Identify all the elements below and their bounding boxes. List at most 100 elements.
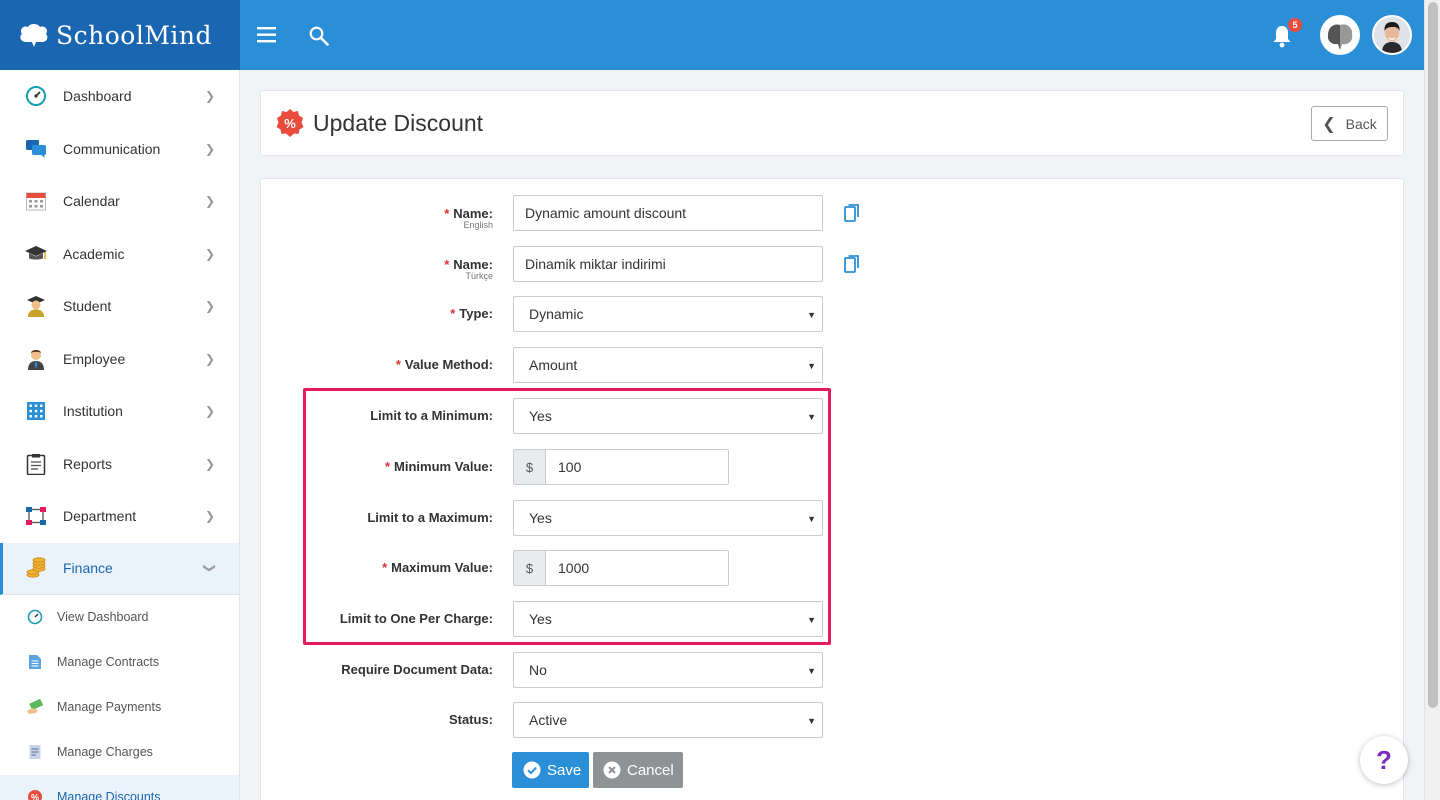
- back-button-label: Back: [1345, 115, 1377, 132]
- brand-logo[interactable]: SchoolMind: [0, 0, 240, 70]
- sidebar-item-finance[interactable]: Finance ❯: [0, 542, 239, 595]
- minimum-value-input[interactable]: 100: [545, 449, 729, 485]
- minimum-value-group: $ 100: [513, 449, 729, 485]
- notification-bell-icon[interactable]: 5: [1270, 18, 1302, 53]
- field-label: * Name:: [444, 257, 493, 272]
- form-row-limit-maximum: Limit to a Maximum: Yes ▼: [261, 500, 1405, 536]
- caret-down-icon: ▼: [807, 310, 816, 320]
- cancel-button[interactable]: Cancel: [593, 752, 683, 788]
- copy-icon[interactable]: [844, 204, 860, 227]
- chat-bubbles-icon: [24, 137, 48, 161]
- invoice-icon: [26, 743, 44, 761]
- brain-logo-icon: [20, 24, 48, 47]
- sidebar-subitem-manage-payments[interactable]: Manage Payments: [0, 685, 239, 730]
- field-label: * Minimum Value:: [384, 459, 493, 474]
- coins-icon: [24, 556, 48, 580]
- sidebar-item-employee[interactable]: Employee ❯: [0, 333, 239, 386]
- field-label: Limit to a Minimum:: [370, 408, 493, 423]
- sidebar-item-label: Finance: [63, 560, 113, 576]
- value-method-select[interactable]: Amount ▼: [513, 347, 823, 383]
- sidebar-item-department[interactable]: Department ❯: [0, 490, 239, 543]
- caret-down-icon: ▼: [807, 615, 816, 625]
- employee-icon: [24, 347, 48, 371]
- limit-one-per-charge-select[interactable]: Yes ▼: [513, 601, 823, 637]
- page-header: % Update Discount ❮ Back: [260, 90, 1404, 156]
- sidebar-item-academic[interactable]: Academic ❯: [0, 228, 239, 281]
- chevron-down-icon: ❯: [202, 562, 217, 574]
- sidebar-item-institution[interactable]: Institution ❯: [0, 385, 239, 438]
- copy-icon[interactable]: [844, 255, 860, 278]
- topbar: SchoolMind 5: [0, 0, 1424, 70]
- form-row-maximum-value: * Maximum Value: $ 1000: [261, 550, 1405, 586]
- limit-minimum-select[interactable]: Yes ▼: [513, 398, 823, 434]
- field-label: Limit to a Maximum:: [367, 510, 493, 525]
- sidebar-item-label: Employee: [63, 350, 126, 367]
- gauge-icon: [26, 608, 44, 626]
- svg-text:%: %: [284, 116, 296, 131]
- sidebar-subitem-label: Manage Charges: [57, 745, 153, 759]
- chevron-right-icon: ❯: [204, 194, 215, 209]
- sidebar-subitem-manage-discounts[interactable]: % Manage Discounts: [0, 774, 239, 800]
- sidebar-item-label: Institution: [63, 403, 123, 420]
- sidebar-item-calendar[interactable]: Calendar ❯: [0, 175, 239, 228]
- form-row-name-turkish: * Name: Türkçe Dinamik miktar indirimi: [261, 246, 1405, 282]
- hamburger-menu-icon[interactable]: [257, 27, 277, 48]
- sidebar-subitem-label: Manage Payments: [57, 700, 162, 714]
- brand-name: SchoolMind: [56, 20, 213, 50]
- form-row-require-document-data: Require Document Data: No ▼: [261, 652, 1405, 688]
- close-circle-icon: [603, 761, 621, 779]
- save-button[interactable]: Save: [512, 752, 589, 788]
- chevron-left-icon: ❮: [1322, 115, 1336, 133]
- help-button[interactable]: ?: [1360, 736, 1408, 784]
- currency-addon: $: [513, 550, 545, 586]
- sidebar-subitem-view-dashboard[interactable]: View Dashboard: [0, 595, 239, 640]
- chevron-right-icon: ❯: [204, 299, 215, 314]
- document-icon: [26, 653, 44, 671]
- chevron-right-icon: ❯: [204, 246, 215, 261]
- field-label: Status:: [448, 712, 493, 727]
- sidebar-item-communication[interactable]: Communication ❯: [0, 123, 239, 176]
- sidebar-item-label: Reports: [63, 455, 113, 472]
- sidebar-item-label: Communication: [63, 140, 161, 157]
- sidebar-item-label: Calendar: [63, 193, 120, 210]
- sidebar-item-label: Department: [63, 508, 137, 525]
- sidebar-item-student[interactable]: Student ❯: [0, 280, 239, 333]
- sidebar-item-reports[interactable]: Reports ❯: [0, 438, 239, 491]
- sidebar-item-dashboard[interactable]: Dashboard ❯: [0, 70, 239, 123]
- field-label: Require Document Data:: [341, 662, 493, 677]
- name-turkish-input[interactable]: Dinamik miktar indirimi: [513, 246, 823, 282]
- discount-form: * Name: English Dynamic amount discount *…: [260, 178, 1404, 800]
- user-avatar[interactable]: [1372, 15, 1412, 55]
- require-document-data-select[interactable]: No ▼: [513, 652, 823, 688]
- notification-badge: 5: [1288, 18, 1302, 32]
- maximum-value-input[interactable]: 1000: [545, 550, 729, 586]
- status-select[interactable]: Active ▼: [513, 702, 823, 738]
- limit-maximum-select[interactable]: Yes ▼: [513, 500, 823, 536]
- dashboard-gauge-icon: [24, 84, 48, 108]
- name-english-input[interactable]: Dynamic amount discount: [513, 195, 823, 231]
- org-chart-icon: [24, 504, 48, 528]
- page-title: Update Discount: [313, 110, 484, 136]
- back-button[interactable]: ❮ Back: [1311, 106, 1388, 141]
- search-icon[interactable]: [309, 26, 329, 51]
- building-icon: [24, 399, 48, 423]
- chevron-right-icon: ❯: [204, 351, 215, 366]
- scrollbar-thumb[interactable]: [1428, 2, 1438, 708]
- field-label: * Type:: [450, 306, 493, 321]
- sidebar-subitem-manage-charges[interactable]: Manage Charges: [0, 730, 239, 775]
- cancel-button-label: Cancel: [627, 761, 674, 779]
- field-label: * Maximum Value:: [382, 560, 493, 575]
- page-scrollbar[interactable]: [1424, 0, 1440, 800]
- sidebar-subitem-label: View Dashboard: [57, 610, 149, 624]
- type-select[interactable]: Dynamic ▼: [513, 296, 823, 332]
- caret-down-icon: ▼: [807, 412, 816, 422]
- chevron-right-icon: ❯: [204, 509, 215, 524]
- school-avatar[interactable]: [1320, 15, 1360, 55]
- graduation-cap-icon: [24, 242, 48, 266]
- save-button-label: Save: [547, 761, 582, 779]
- form-row-type: * Type: Dynamic ▼: [261, 296, 1405, 332]
- sidebar-subitem-manage-contracts[interactable]: Manage Contracts: [0, 640, 239, 685]
- currency-addon: $: [513, 449, 545, 485]
- chevron-right-icon: ❯: [204, 404, 215, 419]
- chevron-right-icon: ❯: [204, 141, 215, 156]
